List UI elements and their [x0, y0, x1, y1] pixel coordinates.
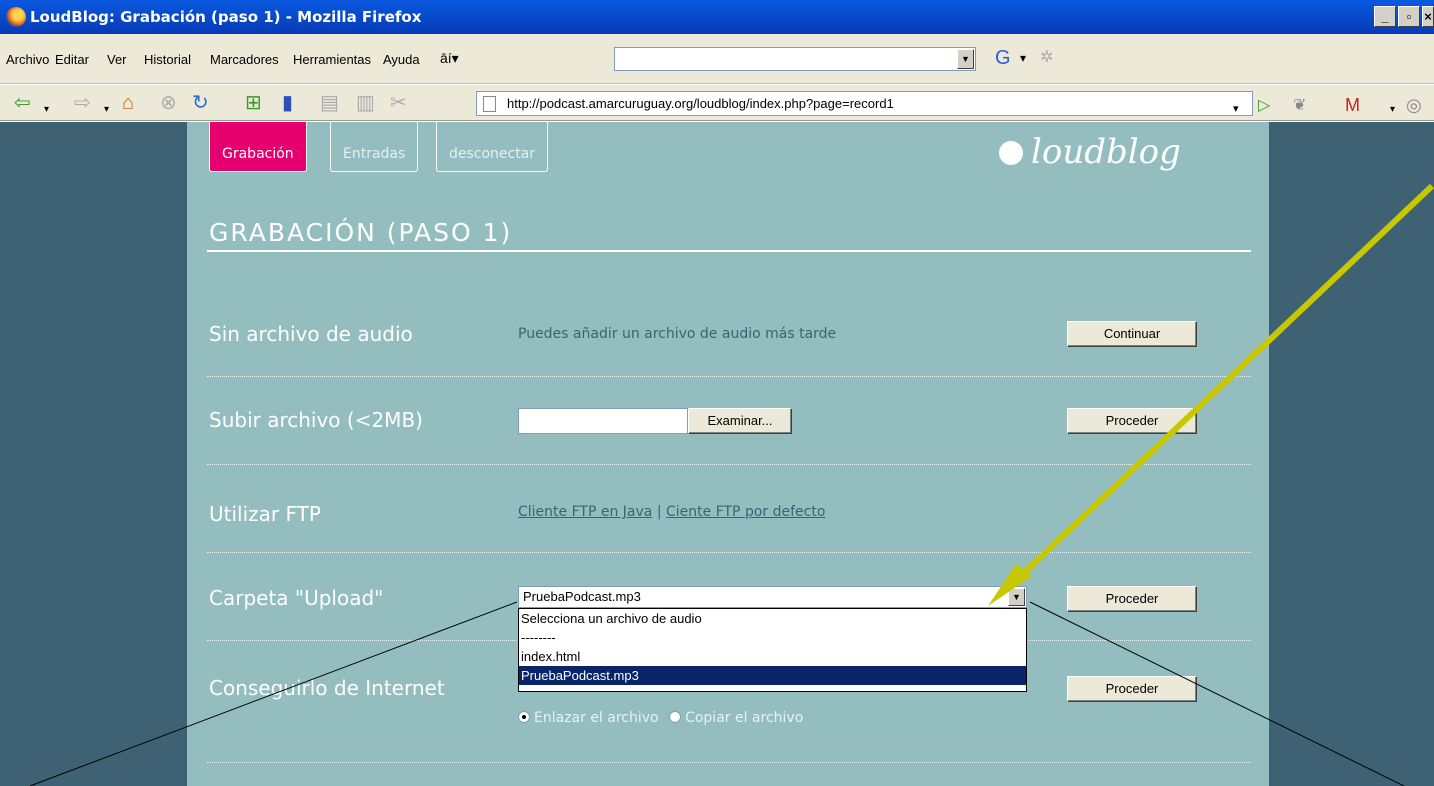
annotation-overlay — [29, 183, 1434, 786]
zoom-line-left — [29, 601, 518, 786]
annotation-arrow — [1007, 183, 1434, 589]
zoom-line-right — [1029, 601, 1405, 786]
